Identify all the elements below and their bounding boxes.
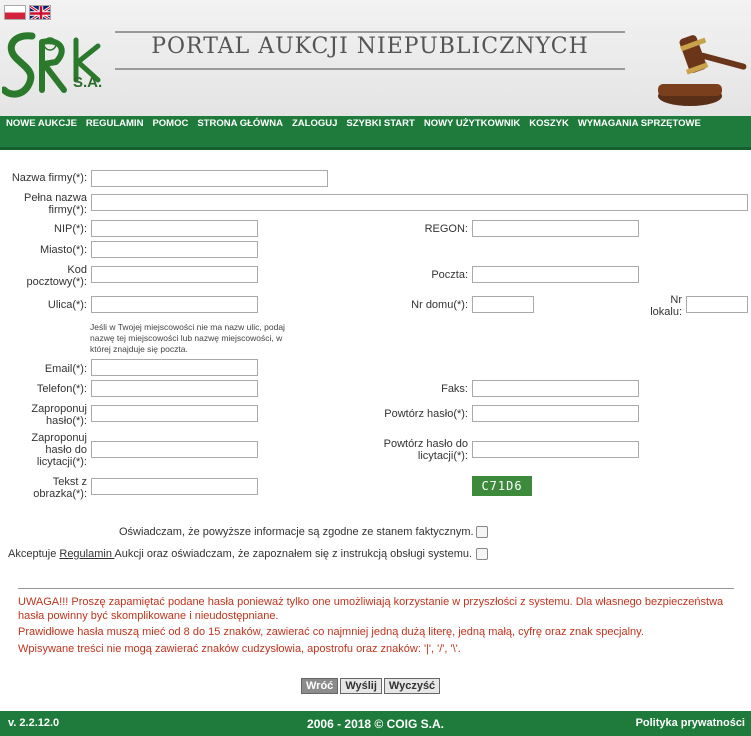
header: S.A. PORTAL AUKCJI NIEPUBLICZNYCH <box>0 0 751 116</box>
bid-password-label-line1: Zaproponuj <box>31 432 87 444</box>
gavel-icon <box>658 35 747 106</box>
bid-password-label-line3: licytacji(*): <box>36 456 87 468</box>
phone-input[interactable] <box>91 380 258 397</box>
password-repeat-label: Powtórz hasło(*): <box>384 408 468 420</box>
srk-logo-icon <box>2 32 101 98</box>
captcha-image: C71D6 <box>472 476 532 496</box>
bid-password-input[interactable] <box>91 441 258 458</box>
bid-password-repeat-label-line2: licytacji(*): <box>417 450 468 462</box>
privacy-policy-link[interactable]: Polityka prywatności <box>636 717 745 729</box>
registration-form: Nazwa firmy(*): Pełna nazwa firmy(*): NI… <box>0 150 751 710</box>
full-name-label-line2: firmy(*): <box>48 204 88 216</box>
password-label-line1: Zaproponuj <box>31 403 87 415</box>
title-divider-top <box>115 31 625 33</box>
street-label: Ulica(*): <box>47 299 87 311</box>
flat-number-label-line2: lokalu: <box>650 306 682 318</box>
nav-item-home[interactable]: STRONA GŁÓWNA <box>197 118 283 129</box>
full-name-label: Pełna nazwa firmy(*): <box>4 192 87 216</box>
full-name-input[interactable] <box>91 194 748 211</box>
main-nav: NOWE AUKCJE REGULAMIN POMOC STRONA GŁÓWN… <box>0 116 751 150</box>
flag-gb-icon[interactable] <box>29 5 51 20</box>
full-name-label-line1: Pełna nazwa <box>24 192 87 204</box>
terms-post-text: Aukcji oraz oświadczam, że zapoznałem si… <box>114 548 473 560</box>
warning-forbidden-chars: Wpisywane treści nie mogą zawierać znakó… <box>18 643 461 655</box>
company-name-label: Nazwa firmy(*): <box>11 172 87 184</box>
declaration-truth-label: Oświadczam, że powyższe informacje są zg… <box>119 526 474 538</box>
email-label: Email(*): <box>44 363 87 375</box>
password-repeat-input[interactable] <box>472 405 639 422</box>
nip-input[interactable] <box>91 220 258 237</box>
bid-password-repeat-input[interactable] <box>472 441 639 458</box>
postal-code-label-line2: pocztowy(*): <box>26 276 87 288</box>
flat-number-label: Nr lokalu: <box>630 294 682 318</box>
postal-code-label: Kod pocztowy(*): <box>4 264 87 288</box>
post-office-label: Poczta: <box>431 269 468 281</box>
street-hint: Jeśli w Twojej miejscowości nie ma nazw … <box>90 322 285 354</box>
form-buttons: Wróć Wyślij Wyczyść <box>301 678 441 694</box>
captcha-label-line2: obrazka(*): <box>33 488 87 500</box>
warning-remember-passwords: UWAGA!!! Proszę zapamiętać podane hasła … <box>18 596 724 622</box>
street-input[interactable] <box>91 296 258 313</box>
captcha-label-line1: Tekst z <box>52 476 87 488</box>
flat-number-input[interactable] <box>686 296 748 313</box>
nav-item-cart[interactable]: KOSZYK <box>529 118 569 129</box>
password-label-line2: hasło(*): <box>46 415 87 427</box>
bid-password-label-line2: hasło do <box>45 444 87 456</box>
fax-label: Faks: <box>441 383 468 395</box>
flag-pl-icon[interactable] <box>4 5 26 20</box>
warning-password-rules: Prawidłowe hasła muszą mieć od 8 do 15 z… <box>18 626 644 638</box>
bid-password-repeat-label-line1: Powtórz hasło do <box>383 438 468 450</box>
bid-password-repeat-label: Powtórz hasło do licytacji(*): <box>330 438 468 462</box>
declaration-truth-checkbox[interactable] <box>476 526 488 538</box>
terms-pre-text: Akceptuje <box>8 548 60 560</box>
regon-label: REGON: <box>424 223 468 235</box>
post-office-input[interactable] <box>472 266 639 283</box>
fax-input[interactable] <box>472 380 639 397</box>
password-input[interactable] <box>91 405 258 422</box>
nav-item-quick-start[interactable]: SZYBKI START <box>346 118 414 129</box>
nav-item-terms[interactable]: REGULAMIN <box>86 118 144 129</box>
house-number-input[interactable] <box>472 296 534 313</box>
declaration-terms-label: Akceptuje Regulamin Aukcji oraz oświadcz… <box>8 548 472 560</box>
separator <box>18 588 734 589</box>
declaration-terms-checkbox[interactable] <box>476 548 488 560</box>
nav-item-new-user[interactable]: NOWY UŻYTKOWNIK <box>424 118 520 129</box>
nav-item-login[interactable]: ZALOGUJ <box>292 118 337 129</box>
city-input[interactable] <box>91 241 258 258</box>
nav-item-help[interactable]: POMOC <box>152 118 188 129</box>
house-number-label: Nr domu(*): <box>411 299 468 311</box>
page-title: PORTAL AUKCJI NIEPUBLICZNYCH <box>151 34 589 59</box>
footer: v. 2.2.12.0 2006 - 2018 © COIG S.A. Poli… <box>0 711 751 736</box>
terms-link[interactable]: Regulamin <box>59 548 114 560</box>
clear-button[interactable]: Wyczyść <box>383 678 441 694</box>
bid-password-label: Zaproponuj hasło do licytacji(*): <box>4 432 87 468</box>
flat-number-label-line1: Nr <box>670 294 682 306</box>
regon-input[interactable] <box>472 220 639 237</box>
title-divider-bottom <box>115 68 625 70</box>
send-button[interactable]: Wyślij <box>340 678 382 694</box>
nav-item-new-auctions[interactable]: NOWE AUKCJE <box>6 118 77 129</box>
email-input[interactable] <box>91 359 258 376</box>
postal-code-label-line1: Kod <box>67 264 87 276</box>
company-name-input[interactable] <box>91 170 328 187</box>
postal-code-input[interactable] <box>91 266 258 283</box>
captcha-label: Tekst z obrazka(*): <box>4 476 87 500</box>
city-label: Miasto(*): <box>39 244 87 256</box>
password-label: Zaproponuj hasło(*): <box>4 403 87 427</box>
captcha-input[interactable] <box>91 478 258 495</box>
nav-item-requirements[interactable]: WYMAGANIA SPRZĘTOWE <box>578 118 701 129</box>
logo-sub: S.A. <box>73 74 103 91</box>
back-button[interactable]: Wróć <box>301 678 339 694</box>
nip-label: NIP(*): <box>54 223 87 235</box>
phone-label: Telefon(*): <box>36 383 87 395</box>
